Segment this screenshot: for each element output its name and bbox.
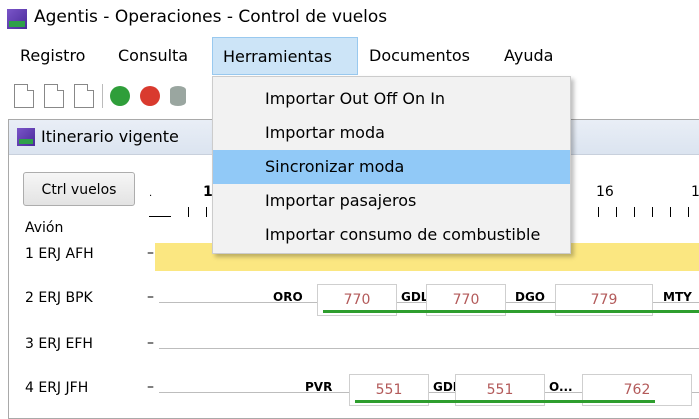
tick [598,207,599,217]
menu-item-sincronizar-moda[interactable]: Sincronizar moda [213,150,570,184]
tick [688,207,689,217]
row-dash: – [147,289,154,305]
menu-bar: Registro Consulta Herramientas Documento… [0,37,699,75]
aircraft-row: 2 ERJ BPK – ORO 770 GDL 770 DGO 779 MTY [9,284,699,316]
column-header-avion: Avión [25,220,64,236]
menu-herramientas[interactable]: Herramientas [212,37,358,75]
row-dash: – [147,335,154,351]
station-label: DGO [515,290,546,304]
menu-item-importar-combustible[interactable]: Importar consumo de combustible [213,218,570,252]
station-label: O... [549,380,573,394]
title-bar: Agentis - Operaciones - Control de vuelo… [0,0,699,36]
app-logo-icon [7,9,27,29]
aircraft-row: 4 ERJ JFH – PVR 551 GDL 551 O... 762 [9,374,699,406]
row-timeline [159,348,699,349]
accept-icon[interactable] [110,86,130,106]
menu-ayuda[interactable]: Ayuda [494,37,563,75]
tick [616,207,617,217]
cancel-icon[interactable] [140,86,160,106]
database-icon[interactable] [170,86,186,106]
flight-progress-line [323,310,699,313]
timeline-hour-cut: 1 [691,184,699,200]
aircraft-label[interactable]: 3 ERJ EFH [25,336,93,352]
timeline-baseline [149,216,171,217]
menu-item-importar-moda[interactable]: Importar moda [213,116,570,150]
tick [634,207,635,217]
ctrl-vuelos-button[interactable]: Ctrl vuelos [23,172,135,206]
aircraft-label[interactable]: 4 ERJ JFH [25,380,88,396]
flight-progress-line [355,400,655,403]
row-dash: – [147,245,154,261]
menu-documentos[interactable]: Documentos [359,37,480,75]
aircraft-label[interactable]: 1 ERJ AFH [25,246,94,262]
blank-document-icon[interactable] [44,84,64,108]
timeline-hour-16: 16 [596,184,614,200]
menu-item-importar-pasajeros[interactable]: Importar pasajeros [213,184,570,218]
new-document-icon[interactable] [14,84,34,108]
station-label: MTY [663,290,692,304]
station-label: GDL [401,290,429,304]
tick [652,207,653,217]
menu-registro[interactable]: Registro [10,37,95,75]
properties-document-icon[interactable] [74,84,94,108]
toolbar-separator [102,84,103,108]
station-label: ORO [273,290,303,304]
tick [188,207,189,217]
menu-consulta[interactable]: Consulta [108,37,198,75]
tick [670,207,671,217]
herramientas-dropdown: Importar Out Off On In Importar moda Sin… [212,76,571,254]
timeline-dot: . [149,188,153,199]
station-label: PVR [305,380,333,394]
itinerary-title: Itinerario vigente [41,127,179,146]
row-dash: – [147,379,154,395]
window-title: Agentis - Operaciones - Control de vuelo… [34,7,388,27]
itinerary-icon [17,128,35,146]
tick [206,207,207,217]
menu-item-importar-ooo[interactable]: Importar Out Off On In [213,82,570,116]
aircraft-row: 3 ERJ EFH – [9,330,699,362]
aircraft-label[interactable]: 2 ERJ BPK [25,290,93,306]
